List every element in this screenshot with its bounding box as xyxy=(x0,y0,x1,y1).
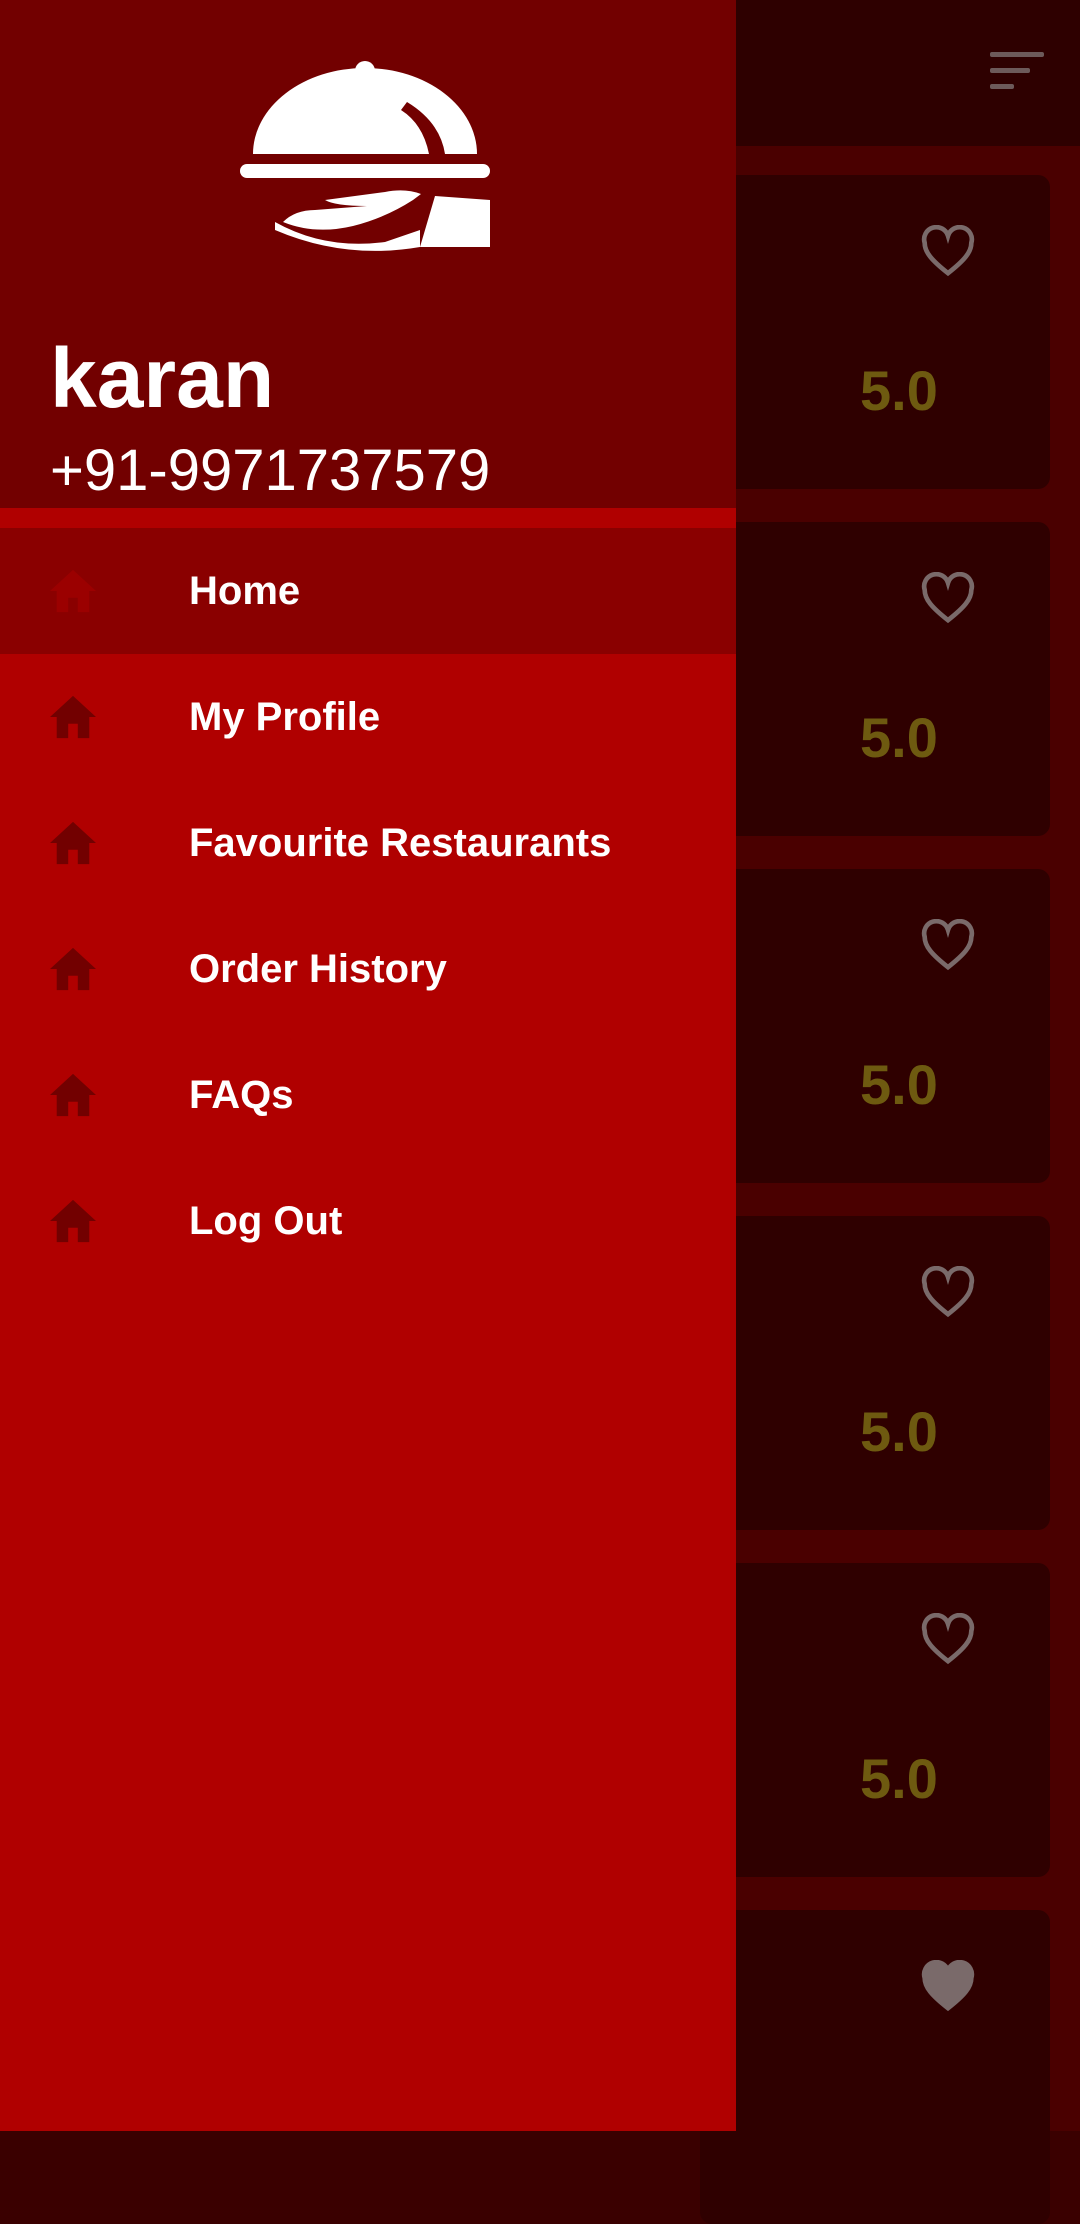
menu-item-label: Favourite Restaurants xyxy=(189,821,612,865)
rating-value: 5.0 xyxy=(860,706,938,769)
serving-cloche-hand-icon xyxy=(240,61,490,251)
menu-item-my-profile[interactable]: My Profile xyxy=(0,654,736,780)
home-icon xyxy=(50,821,96,865)
user-name: karan xyxy=(50,331,275,425)
home-icon xyxy=(50,1199,96,1243)
drawer-menu: Home My Profile Favourite Restaurants Or… xyxy=(0,528,736,1284)
menu-item-faqs[interactable]: FAQs xyxy=(0,1032,736,1158)
heart-outline-icon[interactable] xyxy=(920,919,976,971)
menu-item-label: My Profile xyxy=(189,695,381,739)
rating-value: 5.0 xyxy=(860,1053,938,1116)
menu-item-favourite-restaurants[interactable]: Favourite Restaurants xyxy=(0,780,736,906)
rating-value: 5.0 xyxy=(860,359,938,422)
restaurant-card[interactable]: 5.0 xyxy=(700,522,1050,836)
restaurant-card[interactable]: 5.0 xyxy=(700,1563,1050,1877)
sort-icon[interactable] xyxy=(990,52,1044,92)
user-phone: +91-9971737579 xyxy=(50,438,491,503)
home-icon xyxy=(50,1073,96,1117)
drawer-header: karan +91-9971737579 xyxy=(0,0,736,508)
home-icon xyxy=(50,695,96,739)
heart-outline-icon[interactable] xyxy=(920,1266,976,1318)
rating-value: 5.0 xyxy=(860,1400,938,1463)
rating-value: 5.0 xyxy=(860,1747,938,1810)
restaurant-card[interactable]: 5.0 xyxy=(700,1216,1050,1530)
navigation-drawer: karan +91-9971737579 Home My Profile Fav… xyxy=(0,0,736,2131)
menu-item-order-history[interactable]: Order History xyxy=(0,906,736,1032)
restaurant-card[interactable]: 5.0 xyxy=(700,869,1050,1183)
menu-item-label: Home xyxy=(189,569,301,613)
heart-filled-icon[interactable] xyxy=(920,1960,976,2012)
heart-outline-icon[interactable] xyxy=(920,572,976,624)
menu-item-home[interactable]: Home xyxy=(0,528,736,654)
home-icon xyxy=(50,569,96,613)
home-icon xyxy=(50,947,96,991)
menu-item-log-out[interactable]: Log Out xyxy=(0,1158,736,1284)
menu-item-label: FAQs xyxy=(189,1073,294,1117)
menu-item-label: Log Out xyxy=(189,1199,343,1243)
restaurant-card[interactable]: 5.0 xyxy=(700,175,1050,489)
heart-outline-icon[interactable] xyxy=(920,225,976,277)
menu-item-label: Order History xyxy=(189,947,447,991)
heart-outline-icon[interactable] xyxy=(920,1613,976,1665)
restaurant-card[interactable] xyxy=(700,1910,1050,2224)
